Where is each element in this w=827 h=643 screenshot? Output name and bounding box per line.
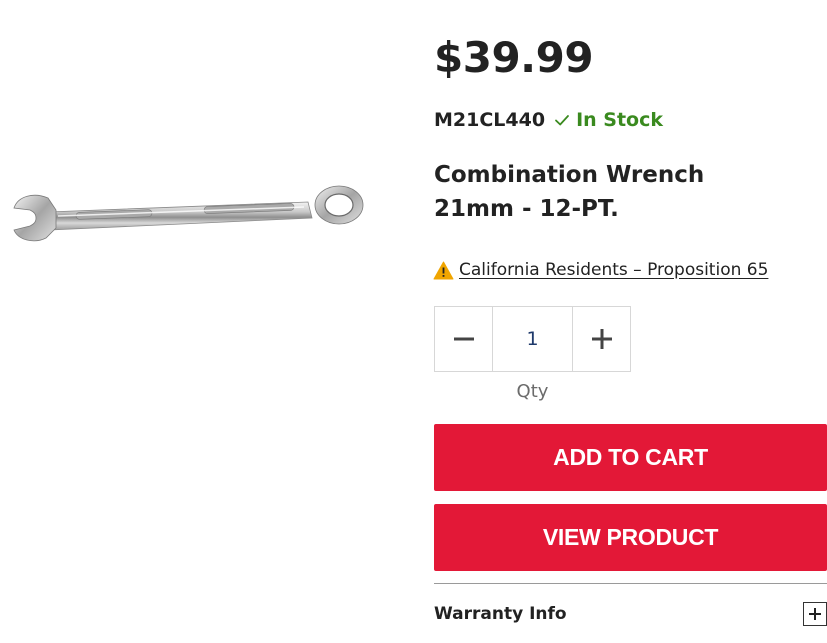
product-quick-view: $39.99 M21CL440 In Stock Combination Wre… <box>0 0 827 643</box>
warranty-label: Warranty Info <box>434 604 567 624</box>
prop65-link[interactable]: California Residents – Proposition 65 <box>459 260 768 280</box>
minus-icon <box>453 337 474 341</box>
product-title-line1: Combination Wrench <box>434 162 705 188</box>
plus-icon <box>591 329 612 349</box>
divider <box>434 583 827 584</box>
plus-icon <box>809 608 821 620</box>
warranty-accordion[interactable]: Warranty Info <box>434 600 827 628</box>
wrench-product-image <box>13 185 364 242</box>
product-sku: M21CL440 <box>434 109 546 131</box>
checkmark-icon <box>555 115 569 126</box>
warning-icon <box>433 261 454 279</box>
product-title: Combination Wrench 21mm - 12-PT. <box>434 158 814 226</box>
decrement-button[interactable] <box>435 307 493 371</box>
product-price: $39.99 <box>434 33 594 82</box>
increment-button[interactable] <box>572 307 630 371</box>
product-title-line2: 21mm - 12-PT. <box>434 196 619 222</box>
add-to-cart-button[interactable]: ADD TO CART <box>434 424 827 491</box>
sku-stock-row: M21CL440 In Stock <box>434 106 663 134</box>
prop65-notice: California Residents – Proposition 65 <box>433 257 768 283</box>
quantity-label: Qty <box>516 381 549 402</box>
expand-button[interactable] <box>803 602 827 626</box>
quantity-stepper <box>434 306 631 372</box>
view-product-button[interactable]: VIEW PRODUCT <box>434 504 827 571</box>
quantity-input[interactable] <box>493 307 572 371</box>
stock-status: In Stock <box>576 109 663 131</box>
